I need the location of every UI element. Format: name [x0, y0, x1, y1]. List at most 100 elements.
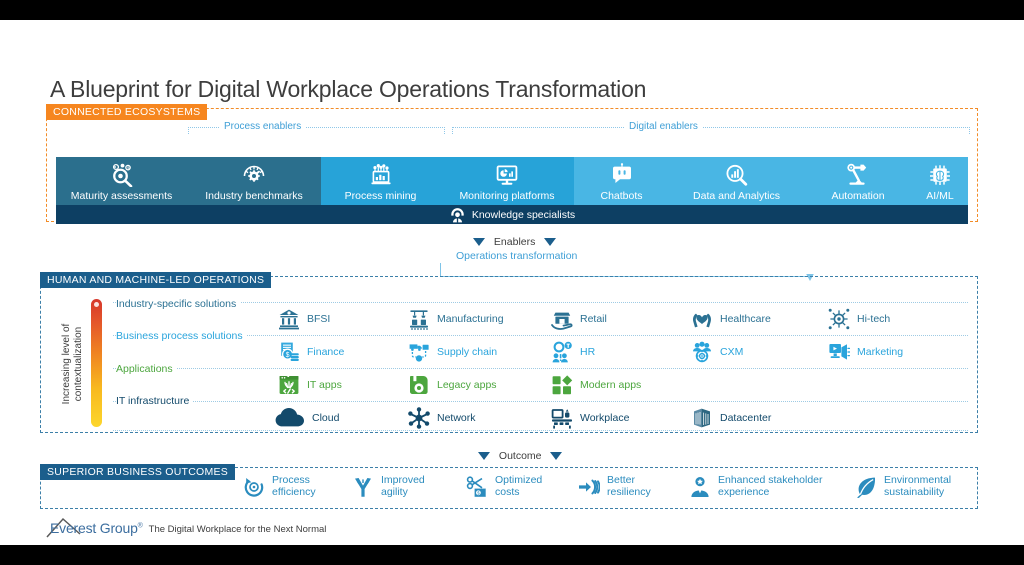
outcome-label: Improved agility	[381, 474, 425, 498]
op-item-finance[interactable]: $ Finance	[278, 341, 344, 363]
robot-arm-icon	[845, 162, 871, 188]
process-enablers-tick-right	[444, 127, 446, 134]
op-item-healthcare[interactable]: Healthcare	[691, 308, 771, 330]
outcome-line-1: Improved	[381, 474, 425, 486]
enablers-arrow-right	[544, 238, 557, 247]
outcome-arrow-left	[478, 452, 490, 461]
outcome-label: Optimized costs	[495, 474, 542, 498]
finance-money-icon: $	[278, 341, 300, 363]
eco-cell-process-mining[interactable]: Process mining	[321, 157, 440, 205]
op-item-hr[interactable]: HR	[551, 341, 595, 363]
logo-name: Everest Group	[50, 520, 138, 536]
op-label: Healthcare	[720, 313, 771, 325]
legacy-floppy-icon	[408, 374, 430, 396]
outcome-line-2: experience	[718, 485, 770, 498]
row-label-business-process: Business process solutions	[116, 330, 247, 342]
eco-label: Process mining	[344, 190, 417, 202]
contextualization-axis-label: Increasing level of contextualization	[61, 304, 85, 424]
op-label: Hi-tech	[857, 313, 891, 325]
eco-cell-automation[interactable]: Automation	[804, 157, 912, 205]
maturity-assessment-icon: $	[109, 162, 135, 188]
eco-label: Monitoring platforms	[459, 190, 555, 202]
process-enablers-tick-left	[188, 127, 190, 134]
op-label: Modern apps	[580, 379, 642, 391]
outcome-line-1: Better	[607, 474, 636, 486]
process-enablers-label: Process enablers	[219, 121, 307, 132]
row-label-it-infrastructure: IT infrastructure	[116, 395, 194, 407]
eco-label: Maturity assessments	[70, 190, 173, 202]
outcome-line-2: sustainability	[884, 485, 945, 498]
operations-badge: HUMAN AND MACHINE-LED OPERATIONS	[40, 272, 272, 288]
everest-group-logo: Everest Group® The Digital Workplace for…	[50, 520, 326, 536]
op-item-network[interactable]: Network	[408, 407, 476, 429]
eco-cell-industry-benchmarks[interactable]: Industry benchmarks	[187, 157, 321, 205]
op-item-manufacturing[interactable]: Manufacturing	[408, 308, 504, 330]
supply-chain-icon	[408, 341, 430, 363]
digital-enablers-tick-right	[969, 127, 971, 134]
op-label: Supply chain	[437, 346, 498, 358]
axis-line-1: Increasing level of	[61, 323, 72, 405]
eco-cell-ai-ml[interactable]: AI/ML	[912, 157, 968, 205]
eco-label: Chatbots	[600, 190, 643, 202]
eco-cell-chatbots[interactable]: Chatbots	[574, 157, 669, 205]
op-item-supply-chain[interactable]: Supply chain	[408, 341, 497, 363]
retail-store-hand-icon	[551, 308, 573, 330]
op-item-cxm[interactable]: CXM	[691, 341, 743, 363]
op-item-marketing[interactable]: Marketing	[828, 341, 903, 363]
op-label: BFSI	[307, 313, 331, 325]
eco-cell-monitoring-platforms[interactable]: Monitoring platforms	[440, 157, 574, 205]
outcomes-badge: SUPERIOR BUSINESS OUTCOMES	[40, 464, 235, 480]
digital-enablers-tick-left	[452, 127, 454, 134]
outcome-label: Outcome	[498, 450, 542, 462]
op-label: Network	[437, 412, 476, 424]
outcome-label: Enhanced stakeholder experience	[718, 474, 823, 498]
op-item-legacy-apps[interactable]: Legacy apps	[408, 374, 497, 396]
connected-ecosystems-badge: CONNECTED ECOSYSTEMS	[46, 104, 208, 120]
knowledge-specialists-bar[interactable]: Knowledge specialists	[56, 205, 968, 224]
outcome-item-improved-agility[interactable]: Improved agility	[352, 474, 425, 498]
digital-enablers-label: Digital enablers	[624, 121, 703, 132]
outcome-item-environmental-sustainability[interactable]: Environmental sustainability	[855, 474, 952, 498]
outcome-label: Better resiliency	[607, 474, 651, 498]
op-label: Workplace	[580, 412, 630, 424]
op-item-hi-tech[interactable]: Hi-tech	[828, 308, 890, 330]
cloud-icon	[275, 407, 305, 429]
op-item-modern-apps[interactable]: Modern apps	[551, 374, 641, 396]
monitor-analytics-icon	[494, 162, 520, 188]
it-apps-code-icon	[278, 374, 300, 396]
op-item-retail[interactable]: Retail	[551, 308, 607, 330]
op-item-it-apps[interactable]: IT apps	[278, 374, 342, 396]
outcome-item-process-efficiency[interactable]: Process efficiency	[243, 474, 316, 498]
eco-cell-maturity-assessments[interactable]: $ Maturity assessments	[56, 157, 187, 205]
outcome-line-1: Environmental	[884, 474, 952, 486]
op-label: Datacenter	[720, 412, 772, 424]
op-item-bfsi[interactable]: BFSI	[278, 308, 330, 330]
outcome-line-2: agility	[381, 485, 408, 498]
eco-cell-data-and-analytics[interactable]: Data and Analytics	[669, 157, 804, 205]
op-label: Finance	[307, 346, 345, 358]
heart-hands-icon	[691, 308, 713, 330]
row-label-industry-specific: Industry-specific solutions	[116, 298, 241, 310]
row-separator-1	[113, 302, 968, 304]
op-item-workplace[interactable]: Workplace	[551, 407, 629, 429]
ecosystem-band: $ Maturity assessments Industry benchmar…	[56, 157, 968, 205]
outcome-line-2: resiliency	[607, 485, 651, 498]
outcome-item-stakeholder-experience[interactable]: Enhanced stakeholder experience	[689, 474, 823, 498]
op-item-datacenter[interactable]: Datacenter	[691, 407, 771, 429]
digital-enablers-bracket	[452, 127, 970, 129]
modern-apps-blocks-icon	[551, 374, 573, 396]
slide-canvas: A Blueprint for Digital Workplace Operat…	[0, 20, 1024, 545]
outcome-line-2: efficiency	[272, 485, 316, 498]
outcome-connector: Outcome	[478, 450, 563, 462]
row-separator-4	[113, 401, 968, 403]
footer-tagline: The Digital Workplace for the Next Norma…	[148, 524, 327, 535]
eco-label: Automation	[831, 190, 885, 202]
knowledge-specialist-icon	[449, 207, 466, 223]
svg-text:$: $	[286, 352, 290, 359]
op-label: Marketing	[857, 346, 904, 358]
op-item-cloud[interactable]: Cloud	[275, 407, 339, 429]
outcome-item-optimized-costs[interactable]: $ Optimized costs	[466, 474, 542, 498]
outcome-line-2: costs	[495, 485, 520, 498]
workplace-desk-icon	[551, 407, 573, 429]
outcome-item-better-resiliency[interactable]: Better resiliency	[578, 474, 651, 498]
